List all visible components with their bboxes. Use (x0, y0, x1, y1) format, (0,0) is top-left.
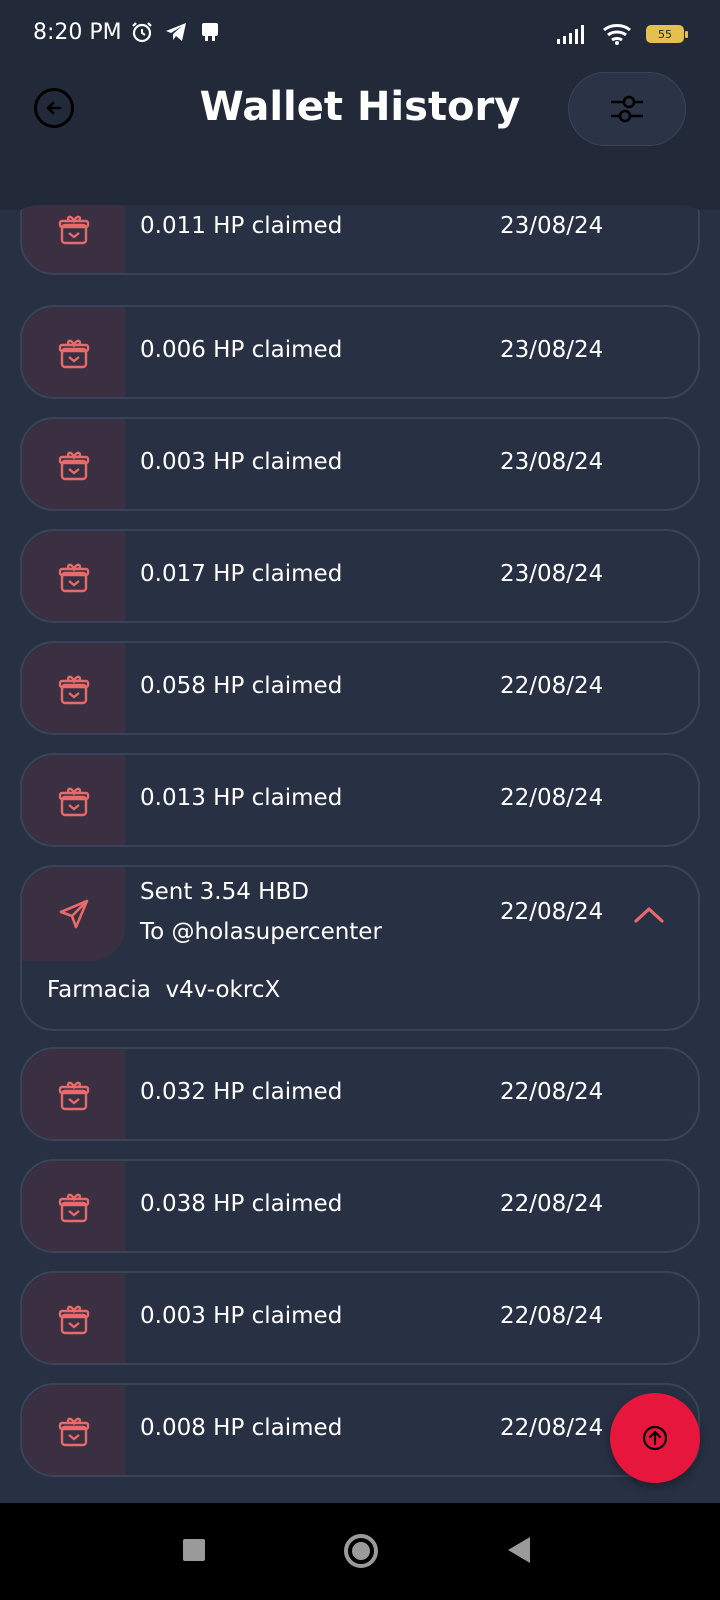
gift-icon (22, 1049, 125, 1139)
gift-icon (22, 307, 125, 397)
transaction-label: 0.032 HP claimed (140, 1079, 343, 1105)
transaction-card[interactable]: 0.003 HP claimed 22/08/24 (20, 1271, 700, 1365)
transaction-label: 0.017 HP claimed (140, 561, 343, 587)
transaction-date: 22/08/24 (500, 899, 604, 925)
send-icon (22, 867, 125, 961)
transaction-card[interactable]: 0.013 HP claimed 22/08/24 (20, 753, 700, 847)
transaction-card[interactable]: 0.038 HP claimed 22/08/24 (20, 1159, 700, 1253)
transaction-date: 22/08/24 (500, 1415, 604, 1441)
transaction-card[interactable]: 0.058 HP claimed 22/08/24 (20, 641, 700, 735)
transaction-label: 0.038 HP claimed (140, 1191, 343, 1217)
system-nav-bar (0, 1503, 720, 1600)
transaction-card[interactable]: 0.032 HP claimed 22/08/24 (20, 1047, 700, 1141)
notification-icon (202, 23, 218, 41)
status-icons-left (130, 20, 222, 44)
transaction-date: 23/08/24 (500, 337, 604, 363)
transaction-list[interactable]: 0.011 HP claimed 23/08/24 0.006 HP claim… (0, 205, 720, 1503)
header: Wallet History (0, 70, 720, 210)
gift-icon (22, 1385, 125, 1475)
transaction-date: 23/08/24 (500, 561, 604, 587)
transaction-date: 22/08/24 (500, 673, 604, 699)
gift-icon (22, 419, 125, 509)
transaction-date: 22/08/24 (500, 1191, 604, 1217)
chevron-up-icon[interactable] (632, 903, 666, 927)
transaction-date: 23/08/24 (500, 213, 604, 239)
scroll-up-icon (642, 1425, 668, 1451)
signal-icon (557, 25, 584, 44)
battery-icon: 55 (646, 25, 688, 43)
wifi-icon (603, 24, 631, 45)
transaction-date: 23/08/24 (500, 449, 604, 475)
transaction-card[interactable]: 0.003 HP claimed 23/08/24 (20, 417, 700, 511)
gift-icon (22, 1273, 125, 1363)
battery-level: 55 (658, 27, 672, 41)
gift-icon (22, 531, 125, 621)
transaction-label: 0.006 HP claimed (140, 337, 343, 363)
home-icon[interactable] (344, 1534, 378, 1568)
transaction-card[interactable]: 0.008 HP claimed 22/08/24 (20, 1383, 700, 1477)
transaction-memo: Farmacia v4v-okrcX (47, 977, 281, 1003)
transaction-date: 22/08/24 (500, 1079, 604, 1105)
transaction-date: 22/08/24 (500, 1303, 604, 1329)
expanded-transaction-card[interactable]: Sent 3.54 HBD To @holasupercenter 22/08/… (20, 865, 700, 1031)
transaction-card[interactable]: 0.017 HP claimed 23/08/24 (20, 529, 700, 623)
transaction-label: 0.003 HP claimed (140, 449, 343, 475)
recents-icon[interactable] (183, 1539, 205, 1561)
gift-icon (22, 643, 125, 733)
status-icons-right: 55 (556, 22, 688, 46)
status-time: 8:20 PM (33, 20, 122, 45)
sliders-icon (611, 95, 643, 123)
sent-recipient[interactable]: To @holasupercenter (140, 919, 382, 945)
sent-amount: Sent 3.54 HBD (140, 879, 309, 905)
telegram-icon (166, 23, 186, 41)
transaction-label: 0.058 HP claimed (140, 673, 343, 699)
alarm-icon (132, 22, 152, 43)
transaction-card[interactable]: 0.006 HP claimed 23/08/24 (20, 305, 700, 399)
filter-button[interactable] (568, 72, 686, 146)
transaction-date: 22/08/24 (500, 785, 604, 811)
gift-icon (22, 205, 125, 273)
scroll-to-top-button[interactable] (610, 1393, 700, 1483)
gift-icon (22, 1161, 125, 1251)
transaction-label: 0.013 HP claimed (140, 785, 343, 811)
gift-icon (22, 755, 125, 845)
transaction-label: 0.008 HP claimed (140, 1415, 343, 1441)
transaction-card[interactable]: 0.011 HP claimed 23/08/24 (20, 205, 700, 275)
transaction-label: 0.003 HP claimed (140, 1303, 343, 1329)
transaction-label: 0.011 HP claimed (140, 213, 343, 239)
back-icon[interactable] (508, 1537, 530, 1563)
status-bar: 8:20 PM 55 (0, 0, 720, 70)
